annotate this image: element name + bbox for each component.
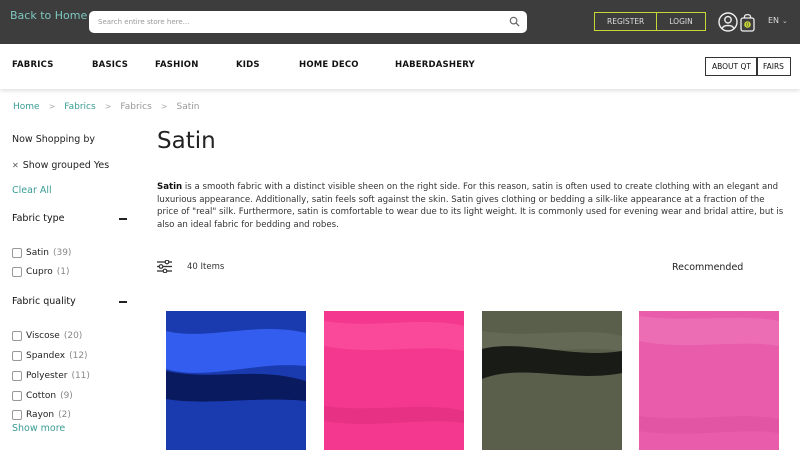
product-card-2[interactable] — [324, 311, 464, 450]
option-label: Rayon — [26, 410, 55, 420]
register-button[interactable]: REGISTER — [595, 13, 656, 30]
product-card-4[interactable] — [639, 311, 779, 450]
option-label: Cupro — [26, 267, 53, 277]
auth-buttons: REGISTER LOGIN — [594, 12, 706, 31]
breadcrumb-home[interactable]: Home — [13, 102, 40, 112]
svg-text:0: 0 — [746, 22, 749, 28]
chevron-right-icon: > — [48, 102, 56, 111]
filter-option-rayon[interactable]: Rayon (2) — [12, 410, 71, 420]
checkbox[interactable] — [12, 267, 22, 277]
filter-option-spandex[interactable]: Spandex (12) — [12, 351, 88, 361]
nav-fashion[interactable]: FASHION — [155, 60, 199, 70]
chevron-down-icon: ⌄ — [782, 17, 788, 25]
filter-option-satin[interactable]: Satin (39) — [12, 248, 71, 258]
shopping-bag-icon[interactable]: 0 — [740, 12, 755, 32]
checkbox[interactable] — [12, 391, 22, 401]
filter-option-cotton[interactable]: Cotton (9) — [12, 391, 73, 401]
show-more-link[interactable]: Show more — [12, 423, 65, 434]
description-text: is a smooth fabric with a distinct visib… — [157, 182, 784, 230]
page-title: Satin — [157, 128, 216, 154]
filter-sliders-icon[interactable] — [157, 260, 172, 273]
checkbox[interactable] — [12, 410, 22, 420]
remove-filter-icon[interactable]: ✕ — [12, 161, 19, 170]
option-label: Viscose — [26, 331, 60, 341]
option-count: (1) — [56, 267, 70, 277]
search-icon[interactable] — [509, 16, 520, 27]
filter-option-viscose[interactable]: Viscose (20) — [12, 331, 82, 341]
breadcrumb: Home > Fabrics > Fabrics > Satin — [13, 102, 200, 112]
sort-dropdown[interactable]: Recommended — [672, 262, 743, 273]
option-label: Spandex — [26, 351, 66, 361]
clear-all-link[interactable]: Clear All — [12, 185, 52, 196]
checkbox[interactable] — [12, 331, 22, 341]
product-card-3[interactable] — [482, 311, 622, 450]
option-count: (9) — [60, 391, 73, 401]
about-qt-button[interactable]: ABOUT QT — [705, 57, 758, 76]
category-description: Satin is a smooth fabric with a distinct… — [157, 181, 787, 231]
breadcrumb-fabrics[interactable]: Fabrics — [64, 102, 95, 112]
nav-basics[interactable]: BASICS — [92, 60, 128, 70]
option-label: Satin — [26, 248, 49, 258]
option-count: (2) — [58, 410, 71, 420]
search-input[interactable] — [98, 11, 498, 33]
option-count: (12) — [69, 351, 88, 361]
fairs-button[interactable]: FAIRS — [756, 57, 791, 76]
nav-home-deco[interactable]: HOME DECO — [299, 60, 359, 70]
option-count: (20) — [63, 331, 83, 341]
now-shopping-heading: Now Shopping by — [12, 134, 95, 145]
breadcrumb-current: Satin — [176, 102, 200, 112]
nav-fabrics[interactable]: FABRICS — [12, 60, 54, 70]
checkbox[interactable] — [12, 248, 22, 258]
items-count: 40 Items — [187, 262, 225, 272]
collapse-icon[interactable] — [119, 301, 127, 303]
description-bold: Satin — [157, 182, 183, 192]
product-image[interactable] — [166, 311, 306, 450]
top-bar: Back to Home REGISTER LOGIN 0 EN⌄ — [0, 0, 800, 44]
search-box — [89, 11, 527, 33]
chevron-right-icon: > — [160, 102, 168, 111]
fabric-quality-facet-title[interactable]: Fabric quality — [12, 296, 76, 307]
option-count: (39) — [52, 248, 72, 258]
user-account-icon[interactable] — [718, 12, 738, 32]
filter-option-polyester[interactable]: Polyester (11) — [12, 371, 90, 381]
nav-haberdashery[interactable]: HABERDASHERY — [395, 60, 475, 70]
active-filter-label: Show grouped Yes — [22, 160, 110, 171]
product-card-1[interactable] — [166, 311, 306, 450]
option-label: Cotton — [26, 391, 57, 401]
login-button[interactable]: LOGIN — [656, 13, 704, 30]
main-navigation: FABRICS BASICS FASHION KIDS HOME DECO HA… — [0, 44, 800, 89]
product-image[interactable] — [482, 311, 622, 450]
nav-kids[interactable]: KIDS — [236, 60, 260, 70]
checkbox[interactable] — [12, 371, 22, 381]
fabric-type-facet-title[interactable]: Fabric type — [12, 213, 64, 224]
option-count: (11) — [71, 371, 90, 381]
breadcrumb-fabrics-sub[interactable]: Fabrics — [120, 102, 151, 112]
collapse-icon[interactable] — [119, 218, 127, 220]
back-to-home-link[interactable]: Back to Home — [10, 9, 87, 22]
option-label: Polyester — [26, 371, 68, 381]
language-selector[interactable]: EN ⌄ — [768, 16, 788, 25]
product-image[interactable] — [639, 311, 779, 450]
active-filter: ✕ Show grouped Yes — [12, 160, 109, 171]
filter-option-cupro[interactable]: Cupro (1) — [12, 267, 69, 277]
language-label: EN — [768, 16, 780, 25]
checkbox[interactable] — [12, 351, 22, 361]
product-image[interactable] — [324, 311, 464, 450]
chevron-right-icon: > — [104, 102, 112, 111]
